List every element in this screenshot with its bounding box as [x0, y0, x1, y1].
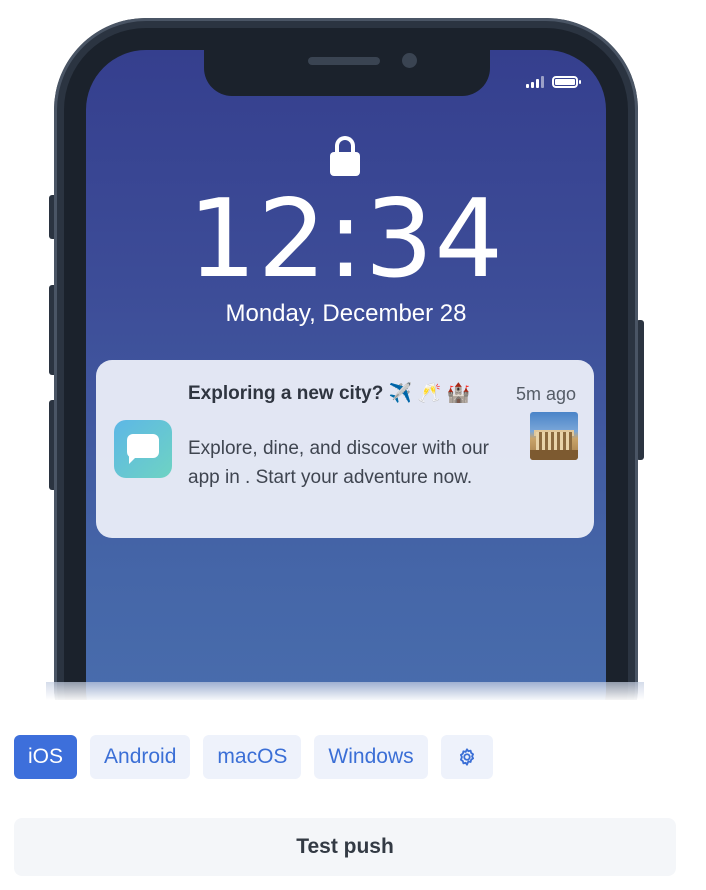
preview-fade [46, 682, 644, 700]
platform-tabs: iOS Android macOS Windows [14, 735, 493, 779]
phone-preview: 12:34 Monday, December 28 Exploring a ne… [0, 0, 706, 700]
notification-thumbnail [530, 412, 578, 460]
settings-button[interactable] [440, 735, 493, 779]
phone-notch [204, 50, 490, 96]
tab-windows[interactable]: Windows [314, 735, 428, 779]
notification-time: 5m ago [515, 384, 576, 404]
notification-title: Exploring a new city? ✈️ 🥂 🏰 [188, 383, 471, 404]
lock-icon [330, 136, 360, 176]
speaker-grille [308, 57, 380, 65]
test-push-button[interactable]: Test push [14, 818, 676, 876]
tab-ios[interactable]: iOS [14, 735, 78, 779]
status-bar [526, 76, 581, 88]
front-camera [402, 53, 417, 68]
tab-android[interactable]: Android [90, 735, 191, 779]
battery-icon [552, 76, 581, 88]
notification-body: Explore, dine, and discover with our app… [188, 438, 489, 488]
gear-icon [459, 748, 474, 766]
app-icon [114, 420, 172, 478]
lock-screen-date: Monday, December 28 [225, 300, 467, 327]
lock-screen: 12:34 Monday, December 28 Exploring a ne… [86, 50, 606, 700]
signal-bars-icon [526, 76, 544, 88]
tab-macos[interactable]: macOS [203, 735, 302, 779]
push-notification[interactable]: Exploring a new city? ✈️ 🥂 🏰 Explore, di… [96, 360, 594, 538]
lock-screen-time: 12:34 [187, 177, 505, 302]
